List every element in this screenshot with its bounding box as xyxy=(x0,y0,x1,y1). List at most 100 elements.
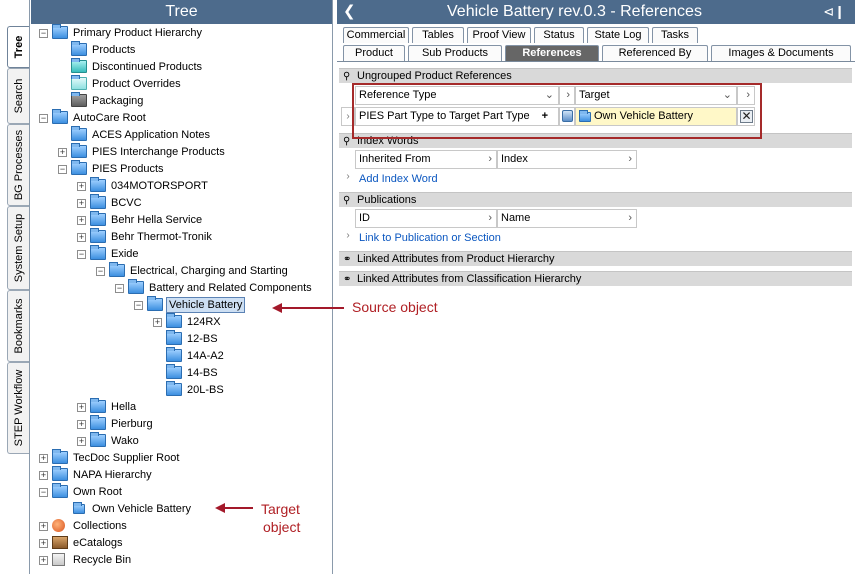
tree-node[interactable]: − Primary Product Hierarchy xyxy=(31,24,331,41)
vtab-search[interactable]: Search xyxy=(7,68,29,124)
tree-node-label[interactable]: 14-BS xyxy=(185,365,220,381)
tree-node[interactable]: +124RX xyxy=(31,313,331,330)
tree-node-label[interactable]: 124RX xyxy=(185,314,223,330)
tab-sub-products[interactable]: Sub Products xyxy=(408,45,502,61)
tree-node-label[interactable]: Exide xyxy=(109,246,141,262)
collapse-icon[interactable]: − xyxy=(96,267,105,276)
expand-icon[interactable]: + xyxy=(39,556,48,565)
tab-references[interactable]: References xyxy=(505,45,599,61)
column-header-id[interactable]: ID › xyxy=(355,209,497,228)
tree-node[interactable]: + TecDoc Supplier Root xyxy=(31,449,331,466)
tree-node-label[interactable]: 14A-A2 xyxy=(185,348,226,364)
tree-node[interactable]: − AutoCare Root xyxy=(31,109,331,126)
section-ungrouped-references[interactable]: ⚲ Ungrouped Product References xyxy=(339,68,852,83)
collapse-icon[interactable]: − xyxy=(39,29,48,38)
tab-state-log[interactable]: State Log xyxy=(587,27,649,43)
tree-node-label[interactable]: 034MOTORSPORT xyxy=(109,178,210,194)
tree-node-label[interactable]: Discontinued Products xyxy=(90,59,204,75)
tab-tables[interactable]: Tables xyxy=(412,27,464,43)
tree-node-label[interactable]: 12-BS xyxy=(185,331,220,347)
tree-node[interactable]: Products xyxy=(31,41,331,58)
tree-node-label[interactable]: Wako xyxy=(109,433,141,449)
expand-icon[interactable]: + xyxy=(153,318,162,327)
expand-icon[interactable]: + xyxy=(77,216,86,225)
tree-node-label-selected[interactable]: Vehicle Battery xyxy=(166,297,246,313)
tree-node[interactable]: + Wako xyxy=(31,432,331,449)
section-linked-product-hierarchy[interactable]: ⚭ Linked Attributes from Product Hierarc… xyxy=(339,251,852,266)
tree-node[interactable]: 12-BS xyxy=(31,330,331,347)
tree-node[interactable]: − PIES Products xyxy=(31,160,331,177)
tree-node[interactable]: + Behr Thermot-Tronik xyxy=(31,228,331,245)
expand-icon[interactable]: + xyxy=(58,148,67,157)
vtab-tree[interactable]: Tree xyxy=(7,26,29,68)
tree-node[interactable]: + Behr Hella Service xyxy=(31,211,331,228)
tree-node-label[interactable]: Collections xyxy=(71,518,129,534)
expand-icon[interactable]: + xyxy=(77,420,86,429)
tree-node[interactable]: Packaging xyxy=(31,92,331,109)
expand-icon[interactable]: + xyxy=(39,471,48,480)
collapse-icon[interactable]: − xyxy=(77,250,86,259)
tree-node-label[interactable]: Electrical, Charging and Starting xyxy=(128,263,290,279)
collapse-icon[interactable]: − xyxy=(39,488,48,497)
tree-node-label[interactable]: 20L-BS xyxy=(185,382,226,398)
vtab-step-workflow[interactable]: STEP Workflow xyxy=(7,362,29,454)
tree-node[interactable]: + Hella xyxy=(31,398,331,415)
column-header-name[interactable]: Name › xyxy=(497,209,637,228)
collapse-icon[interactable]: − xyxy=(39,114,48,123)
expand-icon[interactable]: + xyxy=(77,182,86,191)
tree-node[interactable]: + NAPA Hierarchy xyxy=(31,466,331,483)
expand-icon[interactable]: + xyxy=(77,437,86,446)
tree-node-label[interactable]: BCVC xyxy=(109,195,144,211)
tree-node-label[interactable]: NAPA Hierarchy xyxy=(71,467,154,483)
expand-icon[interactable]: + xyxy=(39,539,48,548)
column-header-index[interactable]: Index › xyxy=(497,150,637,169)
expand-icon[interactable]: + xyxy=(77,403,86,412)
tab-status[interactable]: Status xyxy=(534,27,584,43)
tree-node[interactable]: + Recycle Bin xyxy=(31,552,331,568)
tab-tasks[interactable]: Tasks xyxy=(652,27,698,43)
vtab-bg-processes[interactable]: BG Processes xyxy=(7,124,29,206)
tree-node-label[interactable]: AutoCare Root xyxy=(71,110,148,126)
tree-node[interactable]: − Electrical, Charging and Starting xyxy=(31,262,331,279)
expand-icon[interactable]: + xyxy=(39,522,48,531)
tab-commercial[interactable]: Commercial xyxy=(343,27,409,43)
tree-node[interactable]: − Exide xyxy=(31,245,331,262)
tab-referenced-by[interactable]: Referenced By xyxy=(602,45,708,61)
expand-icon[interactable]: + xyxy=(77,233,86,242)
tree-node-label[interactable]: Hella xyxy=(109,399,138,415)
tree-node[interactable]: Product Overrides xyxy=(31,75,331,92)
tree-node-label[interactable]: Battery and Related Components xyxy=(147,280,314,296)
tree-node-label[interactable]: Behr Thermot-Tronik xyxy=(109,229,214,245)
section-publications[interactable]: ⚲ Publications xyxy=(339,192,852,207)
expand-icon[interactable]: + xyxy=(77,199,86,208)
tree-node-label[interactable]: Pierburg xyxy=(109,416,155,432)
collapse-icon[interactable]: − xyxy=(134,301,143,310)
tree-node[interactable]: Discontinued Products xyxy=(31,58,331,75)
pin-icon[interactable]: ⊲❙ xyxy=(823,0,845,24)
tab-product[interactable]: Product xyxy=(343,45,405,61)
collapse-icon[interactable]: − xyxy=(115,284,124,293)
tree-node-label[interactable]: PIES Interchange Products xyxy=(90,144,227,160)
tree-node-label[interactable]: Product Overrides xyxy=(90,76,183,92)
section-linked-classification-hierarchy[interactable]: ⚭ Linked Attributes from Classification … xyxy=(339,271,852,286)
tree-node-label[interactable]: Primary Product Hierarchy xyxy=(71,25,204,41)
tree-node-label[interactable]: ACES Application Notes xyxy=(90,127,212,143)
tree-node-label[interactable]: Behr Hella Service xyxy=(109,212,204,228)
tree-node[interactable]: − Own Root xyxy=(31,483,331,500)
tree-node-label[interactable]: Own Root xyxy=(71,484,124,500)
vtab-system-setup[interactable]: System Setup xyxy=(7,206,29,290)
tree-node-label[interactable]: Packaging xyxy=(90,93,145,109)
back-arrow-icon[interactable]: ❮ xyxy=(343,0,356,24)
tree-node[interactable]: 14A-A2 xyxy=(31,347,331,364)
tree-node-label[interactable]: Recycle Bin xyxy=(71,552,133,568)
tree-node[interactable]: ACES Application Notes xyxy=(31,126,331,143)
tree-node-label[interactable]: PIES Products xyxy=(90,161,166,177)
link-to-publication-link[interactable]: Link to Publication or Section xyxy=(359,231,501,246)
tree-node[interactable]: + PIES Interchange Products xyxy=(31,143,331,160)
expand-icon[interactable]: + xyxy=(39,454,48,463)
add-index-word-link[interactable]: Add Index Word xyxy=(359,172,438,187)
column-header-inherited-from[interactable]: Inherited From › xyxy=(355,150,497,169)
tree-node[interactable]: − Battery and Related Components xyxy=(31,279,331,296)
tree-node[interactable]: 14-BS xyxy=(31,364,331,381)
tree-node[interactable]: + Pierburg xyxy=(31,415,331,432)
